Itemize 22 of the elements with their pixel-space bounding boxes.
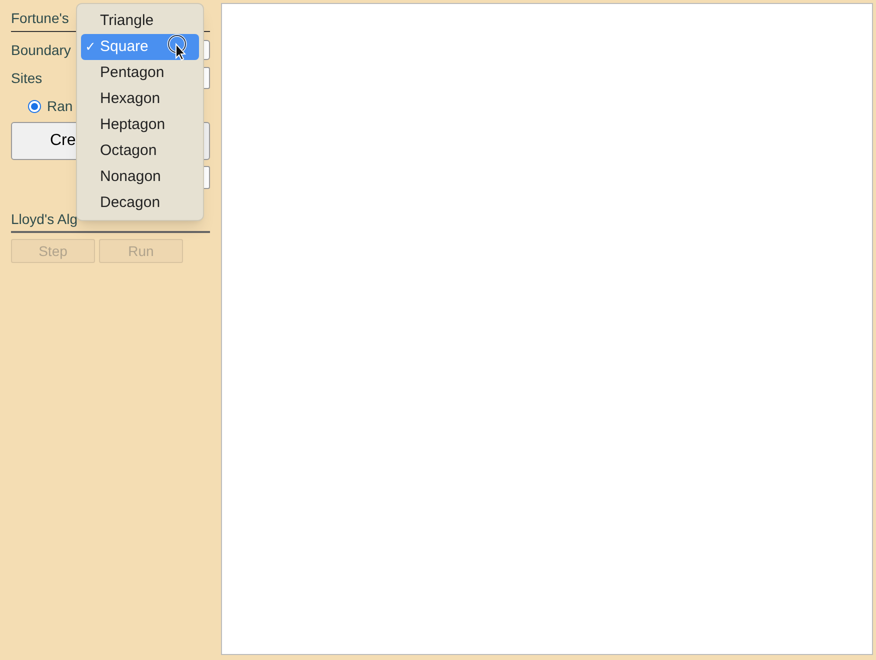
menu-option[interactable]: Pentagon	[81, 60, 199, 86]
section-title: Lloyd's Alg	[11, 211, 78, 227]
menu-option[interactable]: Nonagon	[81, 164, 199, 190]
sites-label: Sites	[11, 68, 42, 88]
option-label: Triangle	[100, 10, 154, 31]
radio-button[interactable]	[28, 100, 41, 112]
check-mark: ✓	[85, 39, 96, 54]
section-title: Fortune's	[11, 10, 69, 26]
option-label: Decagon	[100, 192, 160, 213]
radio-label: Ran	[47, 96, 73, 116]
menu-option[interactable]: Heptagon	[81, 112, 199, 138]
menu-option[interactable]: Octagon	[81, 138, 199, 164]
option-label: Square	[100, 36, 148, 57]
boundary-label: Boundary	[11, 40, 71, 60]
option-label: Pentagon	[100, 62, 164, 83]
menu-option[interactable]: Decagon	[81, 190, 199, 216]
option-label: Nonagon	[100, 166, 161, 187]
menu-option[interactable]: Hexagon	[81, 86, 199, 112]
option-label: Heptagon	[100, 114, 166, 135]
option-label: Octagon	[100, 140, 157, 161]
option-label: Hexagon	[100, 88, 160, 109]
menu-option[interactable]: Triangle	[81, 8, 199, 34]
